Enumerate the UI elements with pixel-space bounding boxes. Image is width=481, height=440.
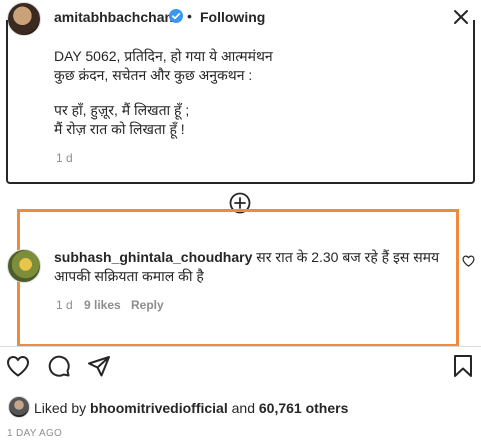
caption-line: कुछ क्रंदन, सचेतन और कुछ अनुकथन : — [54, 67, 253, 83]
commenter-avatar[interactable] — [7, 249, 41, 283]
caption-timestamp: 1 d — [56, 151, 73, 165]
comment-icon[interactable] — [47, 354, 71, 378]
comment-reply-button[interactable]: Reply — [131, 298, 164, 312]
comment-body: subhash_ghintala_choudhary सर रात के 2.3… — [54, 248, 454, 286]
like-button-heart-icon[interactable] — [6, 355, 30, 377]
comment-timestamp: 1 d — [56, 298, 73, 312]
liker-avatar[interactable] — [8, 396, 30, 418]
caption-line: पर हाँ, हुज़ूर, मैं लिखता हूँ ; — [54, 102, 190, 118]
comment-likes-count[interactable]: 9 likes — [84, 298, 121, 312]
caption-line: मैं रोज़ रात को लिखता हूँ ! — [54, 121, 185, 137]
divider — [0, 346, 481, 347]
likes-count-link[interactable]: 60,761 others — [259, 400, 349, 416]
caption-line: DAY 5062, प्रतिदिन, हो गया ये आत्ममंथन — [54, 48, 273, 64]
commenter-username[interactable]: subhash_ghintala_choudhary — [54, 249, 252, 265]
heart-icon[interactable] — [462, 255, 475, 267]
liked-by-and: and — [231, 400, 255, 416]
post-timestamp[interactable]: 1 DAY AGO — [7, 428, 62, 439]
send-icon[interactable] — [87, 354, 111, 378]
liked-by-text: Liked by bhoomitrivediofficial and 60,76… — [34, 400, 348, 416]
bookmark-icon[interactable] — [453, 354, 473, 378]
liker-username[interactable]: bhoomitrivediofficial — [90, 400, 228, 416]
comment-text: आपकी सक्रियता कमाल की है — [54, 268, 204, 284]
liked-by-prefix: Liked by — [34, 400, 87, 416]
comment-text: सर रात के 2.30 बज रहे हैं इस समय — [256, 249, 440, 265]
